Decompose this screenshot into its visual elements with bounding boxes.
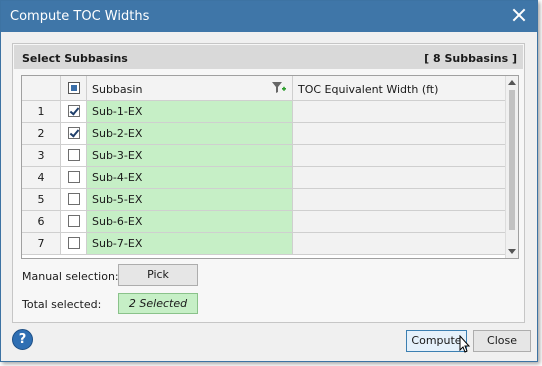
row-checkbox-cell[interactable] — [61, 145, 87, 167]
scroll-thumb[interactable] — [509, 90, 515, 230]
toc-width-cell[interactable] — [293, 233, 506, 255]
subbasin-count: [ 8 Subbasins ] — [424, 52, 517, 65]
row-checkbox[interactable] — [68, 193, 80, 205]
toc-width-cell[interactable] — [293, 211, 506, 233]
row-checkbox[interactable] — [68, 149, 80, 161]
subbasin-name-cell[interactable]: Sub-3-EX — [87, 145, 293, 167]
column-header-toc-width[interactable]: TOC Equivalent Width (ft) — [293, 76, 506, 101]
pick-button[interactable]: Pick — [118, 264, 198, 286]
subbasin-name-cell[interactable]: Sub-5-EX — [87, 189, 293, 211]
row-checkbox-cell[interactable] — [61, 123, 87, 145]
total-selected-value: 2 Selected — [118, 293, 198, 314]
column-header-subbasin[interactable]: Subbasin — [87, 76, 293, 101]
group-header: Select Subbasins [ 8 Subbasins ] — [14, 45, 523, 69]
row-checkbox-cell[interactable] — [61, 101, 87, 123]
manual-selection-label: Manual selection: — [22, 270, 119, 283]
row-number: 6 — [22, 211, 61, 233]
toc-width-cell[interactable] — [293, 145, 506, 167]
help-icon[interactable]: ? — [12, 329, 33, 350]
table-row[interactable]: 4 Sub-4-EX — [22, 167, 506, 189]
row-checkbox[interactable] — [68, 171, 80, 183]
row-number: 2 — [22, 123, 61, 145]
row-checkbox-cell[interactable] — [61, 233, 87, 255]
group-title: Select Subbasins — [22, 52, 128, 65]
subbasin-name-cell[interactable]: Sub-7-EX — [87, 233, 293, 255]
subbasin-name-cell[interactable]: Sub-2-EX — [87, 123, 293, 145]
compute-button[interactable]: Compute — [406, 330, 467, 352]
mouse-cursor-icon — [459, 335, 471, 353]
toc-width-cell[interactable] — [293, 101, 506, 123]
vertical-scrollbar[interactable] — [505, 76, 518, 258]
row-checkbox[interactable] — [68, 127, 80, 139]
scroll-up-icon[interactable] — [508, 80, 516, 85]
row-checkbox[interactable] — [68, 215, 80, 227]
table-row[interactable]: 3 Sub-3-EX — [22, 145, 506, 167]
compute-toc-widths-dialog: Compute TOC Widths Select Subbasins [ 8 … — [0, 0, 538, 362]
row-checkbox[interactable] — [68, 237, 80, 249]
window-title: Compute TOC Widths — [10, 9, 150, 24]
table-row[interactable]: 6 Sub-6-EX — [22, 211, 506, 233]
toc-width-cell[interactable] — [293, 123, 506, 145]
scroll-down-icon[interactable] — [508, 249, 516, 254]
toc-width-cell[interactable] — [293, 189, 506, 211]
row-number: 7 — [22, 233, 61, 255]
subbasin-name-cell[interactable]: Sub-4-EX — [87, 167, 293, 189]
row-number: 1 — [22, 101, 61, 123]
row-number-header — [22, 76, 61, 101]
subbasin-name-cell[interactable]: Sub-6-EX — [87, 211, 293, 233]
close-button[interactable]: Close — [473, 330, 531, 352]
row-checkbox-cell[interactable] — [61, 211, 87, 233]
row-number: 5 — [22, 189, 61, 211]
subbasin-name-cell[interactable]: Sub-1-EX — [87, 101, 293, 123]
table-row[interactable]: 5 Sub-5-EX — [22, 189, 506, 211]
table-row[interactable]: 1 Sub-1-EX — [22, 101, 506, 123]
total-selected-label: Total selected: — [22, 298, 102, 311]
row-checkbox[interactable] — [68, 105, 80, 117]
table-row[interactable]: 7 Sub-7-EX — [22, 233, 506, 255]
row-checkbox-cell[interactable] — [61, 167, 87, 189]
toc-width-cell[interactable] — [293, 167, 506, 189]
column-header-label: Subbasin — [92, 83, 143, 96]
row-number: 4 — [22, 167, 61, 189]
select-all-header — [61, 76, 87, 101]
title-bar: Compute TOC Widths — [1, 1, 537, 32]
row-checkbox-cell[interactable] — [61, 189, 87, 211]
select-all-checkbox[interactable] — [68, 82, 80, 94]
table-row[interactable]: 2 Sub-2-EX — [22, 123, 506, 145]
close-icon[interactable] — [511, 7, 527, 23]
subbasin-grid: Subbasin TOC Equivalent Width (ft) 1 Sub-… — [21, 75, 519, 259]
column-header-label: TOC Equivalent Width (ft) — [298, 83, 439, 96]
select-subbasins-group: Select Subbasins [ 8 Subbasins ] Subbasi… — [12, 43, 525, 323]
row-number: 3 — [22, 145, 61, 167]
filter-add-icon[interactable] — [272, 82, 286, 94]
